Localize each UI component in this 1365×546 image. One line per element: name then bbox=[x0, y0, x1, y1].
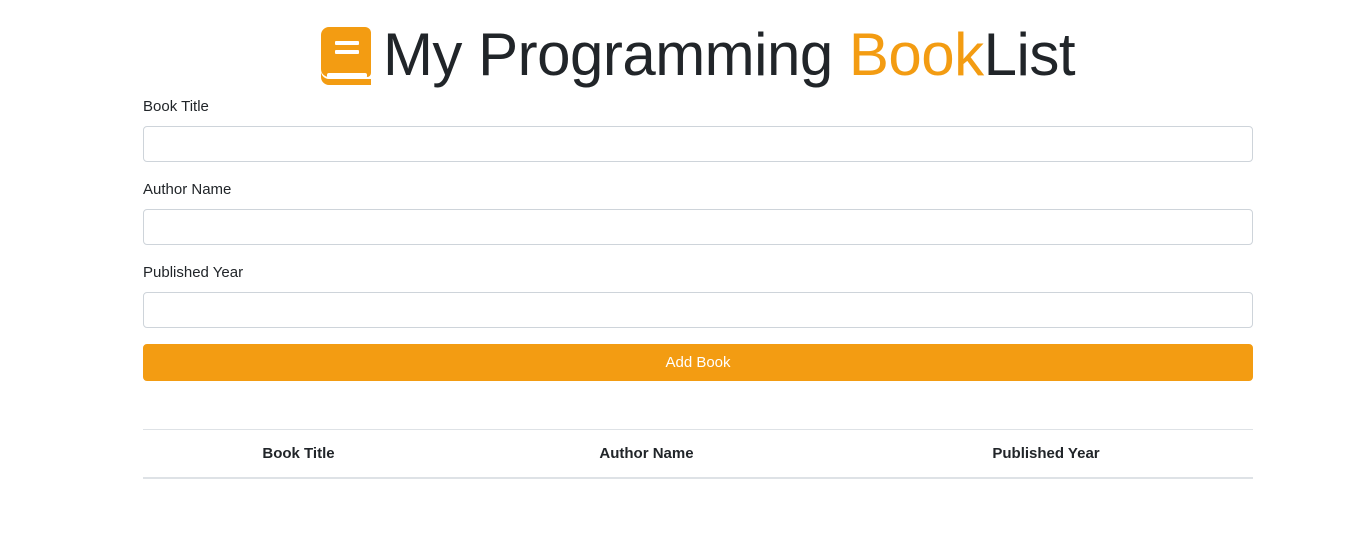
published-year-input[interactable] bbox=[143, 292, 1253, 328]
add-book-button[interactable]: Add Book bbox=[143, 344, 1253, 381]
table-header-row: Book Title Author Name Published Year bbox=[143, 429, 1253, 479]
title-end: List bbox=[983, 21, 1076, 88]
page-header: My Programming BookList bbox=[143, 22, 1253, 88]
page-title: My Programming BookList bbox=[382, 21, 1076, 88]
author-name-input[interactable] bbox=[143, 209, 1253, 245]
book-title-input[interactable] bbox=[143, 126, 1253, 162]
column-header-book-title[interactable]: Book Title bbox=[143, 429, 454, 479]
author-name-label: Author Name bbox=[143, 181, 232, 198]
book-title-group: Book Title bbox=[143, 98, 1253, 162]
book-icon bbox=[320, 27, 371, 85]
title-main: My Programming bbox=[382, 21, 849, 88]
published-year-label: Published Year bbox=[143, 264, 244, 281]
column-header-published-year[interactable]: Published Year bbox=[839, 429, 1253, 479]
book-table: Book Title Author Name Published Year bbox=[143, 429, 1253, 479]
published-year-group: Published Year bbox=[143, 264, 1253, 328]
author-name-group: Author Name bbox=[143, 181, 1253, 245]
title-accent: Book bbox=[848, 21, 984, 88]
column-header-author-name[interactable]: Author Name bbox=[454, 429, 839, 479]
book-title-label: Book Title bbox=[143, 98, 209, 115]
